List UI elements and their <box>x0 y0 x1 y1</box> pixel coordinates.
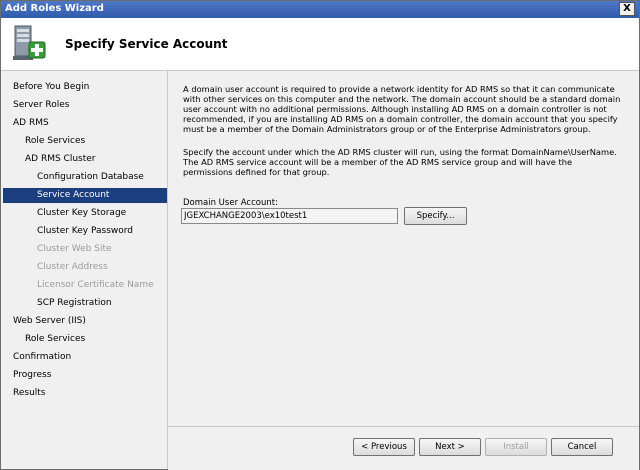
wizard-step-list: Before You Begin Server Roles AD RMS Rol… <box>1 71 168 469</box>
window-title: Add Roles Wizard <box>5 3 104 14</box>
step-cluster-web-site: Cluster Web Site <box>37 244 112 254</box>
step-configuration-database[interactable]: Configuration Database <box>3 170 167 185</box>
step-ad-rms[interactable]: AD RMS <box>3 116 167 131</box>
step-cluster-key-storage[interactable]: Cluster Key Storage <box>3 206 167 221</box>
description-paragraph: A domain user account is required to pro… <box>183 84 621 134</box>
title-bar: Add Roles Wizard X <box>1 1 639 18</box>
step-service-account[interactable]: Service Account <box>3 188 167 203</box>
previous-button[interactable]: < Previous <box>353 438 415 456</box>
step-cluster-key-password[interactable]: Cluster Key Password <box>3 224 167 239</box>
step-before-you-begin[interactable]: Before You Begin <box>3 80 167 95</box>
specify-button[interactable]: Specify... <box>404 207 467 225</box>
page-title: Specify Service Account <box>65 37 228 51</box>
step-confirmation[interactable]: Confirmation <box>3 350 167 365</box>
domain-user-account-label: Domain User Account: <box>183 198 278 208</box>
wizard-header: Specify Service Account <box>1 18 639 71</box>
step-licensor-certificate-name: Licensor Certificate Name <box>37 280 154 290</box>
server-roles-add-icon <box>13 25 46 60</box>
step-results[interactable]: Results <box>3 386 167 401</box>
step-ad-rms-role-services[interactable]: Role Services <box>3 134 167 149</box>
domain-user-account-field[interactable] <box>181 208 398 224</box>
step-iis-role-services[interactable]: Role Services <box>3 332 167 347</box>
step-scp-registration[interactable]: SCP Registration <box>3 296 167 311</box>
wizard-footer: < Previous Next > Install Cancel <box>168 426 639 470</box>
wizard-content: A domain user account is required to pro… <box>168 71 639 426</box>
add-roles-wizard-window: Add Roles Wizard X Specify Service Accou… <box>0 0 640 470</box>
step-cluster-address: Cluster Address <box>37 262 108 272</box>
step-ad-rms-cluster[interactable]: AD RMS Cluster <box>3 152 167 167</box>
step-web-server-iis[interactable]: Web Server (IIS) <box>3 314 167 329</box>
cancel-button[interactable]: Cancel <box>551 438 613 456</box>
install-button: Install <box>485 438 547 456</box>
step-progress[interactable]: Progress <box>3 368 167 383</box>
instruction-paragraph: Specify the account under which the AD R… <box>183 147 617 177</box>
close-button[interactable]: X <box>619 2 635 16</box>
next-button[interactable]: Next > <box>419 438 481 456</box>
step-server-roles[interactable]: Server Roles <box>3 98 167 113</box>
